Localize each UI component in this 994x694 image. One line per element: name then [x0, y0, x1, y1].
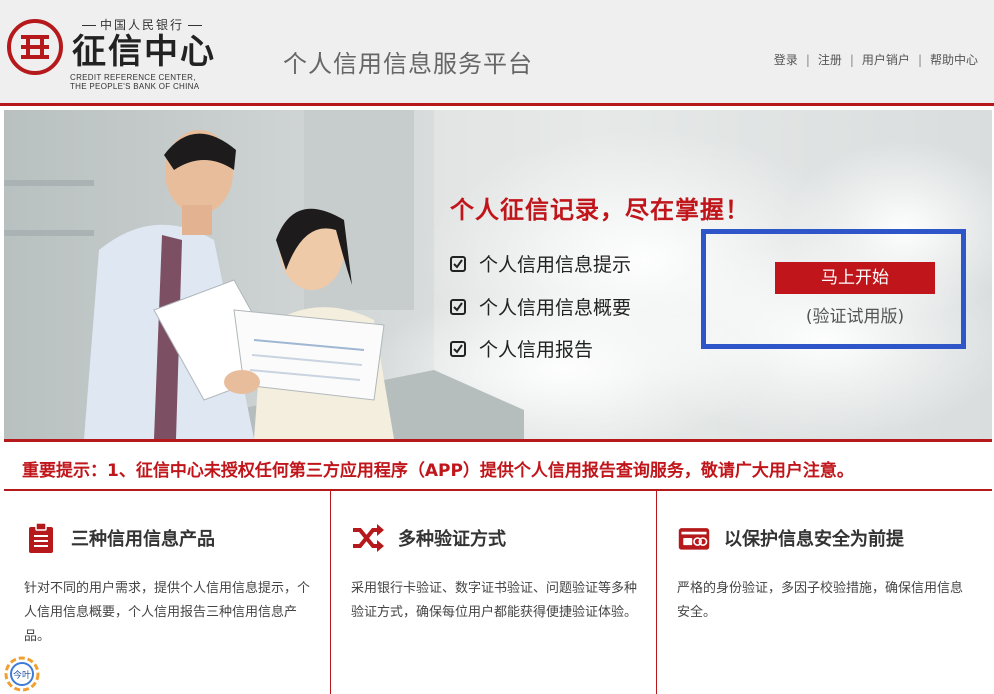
feature-column: 三种信用信息产品 针对不同的用户需求，提供个人信用信息提示，个人信用信息概要，个… [4, 491, 330, 694]
logo-english-line1: CREDIT REFERENCE CENTER, [70, 73, 196, 82]
feature-item: 个人信用报告 [450, 335, 593, 362]
credit-center-seal-logo [7, 19, 63, 75]
id-card-icon [678, 528, 710, 550]
feature-column: 以保护信息安全为前提 严格的身份验证，多因子校验措施，确保信用信息安全。 [656, 491, 982, 694]
column-description: 严格的身份验证，多因子校验措施，确保信用信息安全。 [677, 581, 964, 620]
column-description: 针对不同的用户需求，提供个人信用信息提示，个人信用信息概要，个人信用报告三种信用… [24, 581, 311, 644]
platform-title: 个人信用信息服务平台 [283, 50, 533, 78]
feature-item: 个人信用信息提示 [450, 250, 631, 277]
feature-label: 个人信用报告 [479, 339, 594, 361]
hero-banner: 个人征信记录，尽在掌握！ 个人信用信息提示 个人信用信息概要 个人信用报告 马上… [4, 110, 992, 439]
register-link[interactable]: 注册 [818, 51, 842, 68]
login-link[interactable]: 登录 [774, 51, 798, 68]
corner-badge-icon: 今叶 [4, 656, 40, 692]
logo-top-text: 中国人民银行 [68, 16, 216, 33]
shuffle-icon [353, 524, 384, 552]
top-nav: 登录 | 注册 | 用户销户 | 帮助中心 [774, 51, 978, 68]
cancel-account-link[interactable]: 用户销户 [862, 51, 910, 68]
checkbox-checked-icon [450, 255, 466, 272]
trial-version-label: (验证试用版) [805, 307, 905, 327]
important-notice: 重要提示：1、征信中心未授权任何第三方应用程序（APP）提供个人信用报告查询服务… [4, 439, 992, 491]
feature-column: 多种验证方式 采用银行卡验证、数字证书验证、问题验证等多种验证方式，确保每位用户… [330, 491, 656, 694]
start-now-button[interactable]: 马上开始 [775, 262, 935, 294]
column-title: 以保护信息安全为前提 [724, 529, 904, 550]
nav-separator: | [849, 52, 854, 67]
badge-label: 今叶 [13, 669, 31, 681]
logo-english-line2: THE PEOPLE'S BANK OF CHINA [70, 82, 200, 91]
column-title: 三种信用信息产品 [71, 529, 215, 550]
checkbox-checked-icon [450, 340, 466, 357]
start-highlight-box: 马上开始 (验证试用版) [701, 229, 966, 349]
checkbox-checked-icon [450, 298, 466, 315]
clipboard-icon [29, 522, 53, 553]
nav-separator: | [917, 52, 922, 67]
banner-slogan: 个人征信记录，尽在掌握！ [450, 196, 750, 224]
site-header: 中国人民银行 征信中心 CREDIT REFERENCE CENTER, THE… [0, 0, 994, 106]
feature-label: 个人信用信息概要 [479, 297, 632, 319]
nav-separator: | [805, 52, 810, 67]
column-description: 采用银行卡验证、数字证书验证、问题验证等多种验证方式，确保每位用户都能获得便捷验… [351, 581, 638, 620]
column-title: 多种验证方式 [398, 529, 506, 550]
help-center-link[interactable]: 帮助中心 [930, 51, 978, 68]
feature-item: 个人信用信息概要 [450, 293, 631, 320]
feature-columns: 三种信用信息产品 针对不同的用户需求，提供个人信用信息提示，个人信用信息概要，个… [4, 491, 992, 694]
logo-main-text: 征信中心 [72, 32, 216, 72]
feature-label: 个人信用信息提示 [479, 254, 632, 276]
notice-text: 重要提示：1、征信中心未授权任何第三方应用程序（APP）提供个人信用报告查询服务… [22, 461, 854, 481]
